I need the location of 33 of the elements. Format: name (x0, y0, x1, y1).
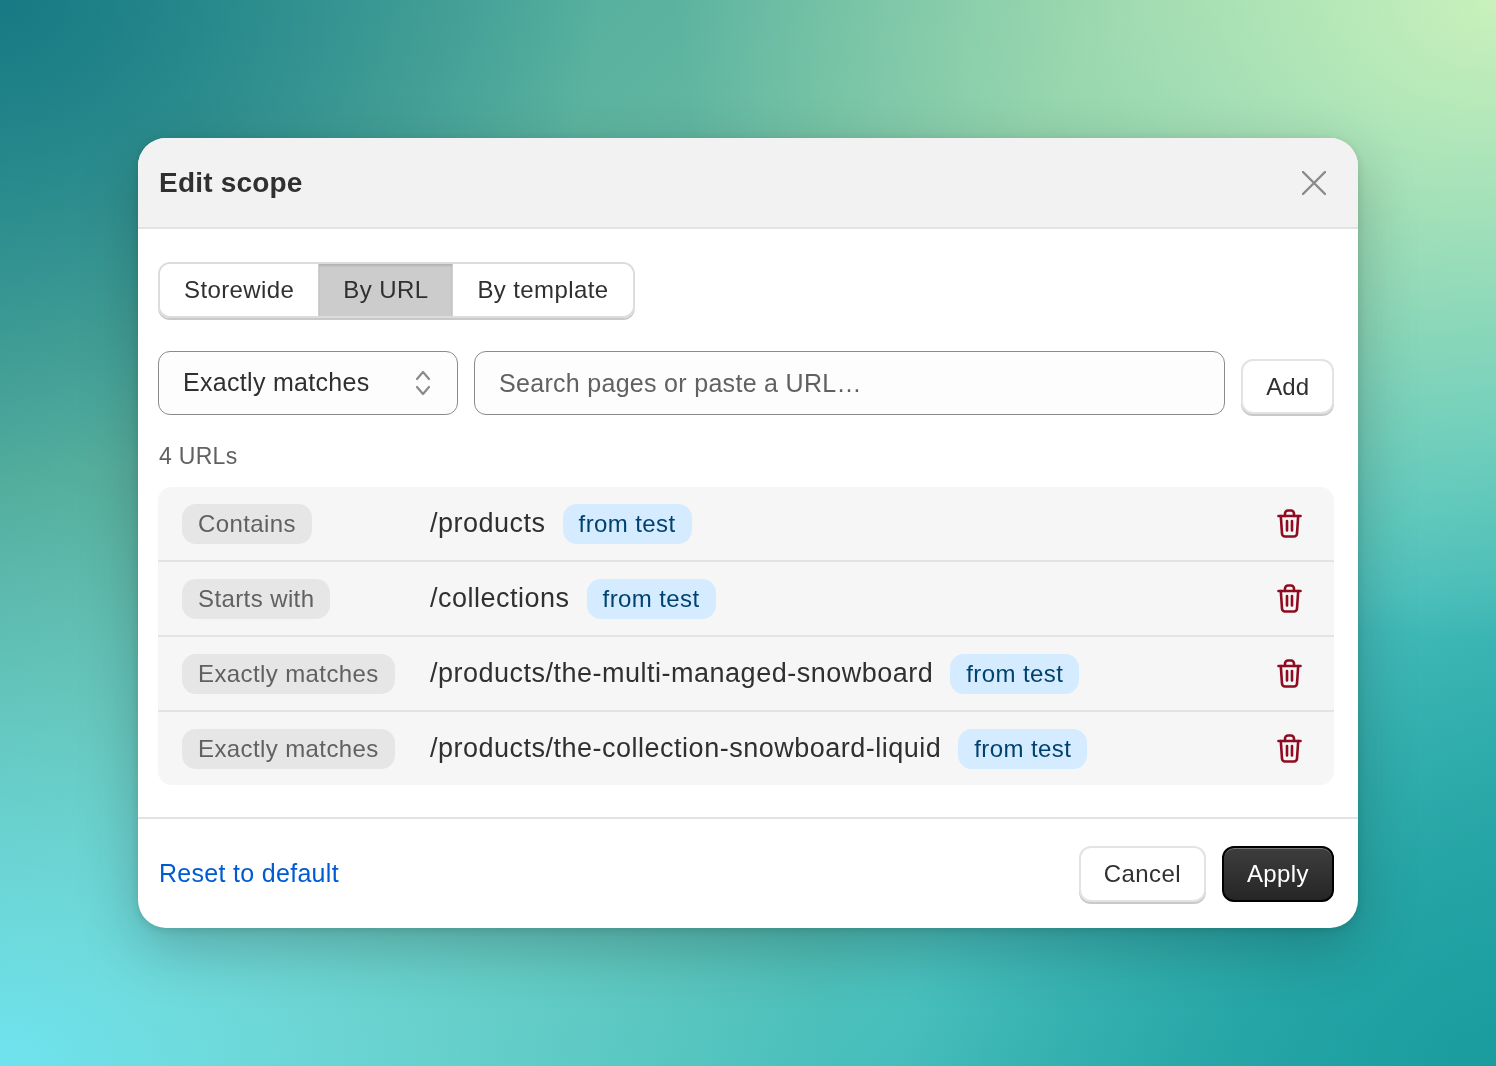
tab[interactable]: By URL (318, 264, 453, 316)
trash-icon (1277, 659, 1302, 688)
url-path: /collections (430, 582, 570, 616)
trash-icon (1277, 584, 1302, 613)
match-type-tag: Contains (182, 503, 312, 544)
delete-button[interactable] (1277, 509, 1302, 538)
chevron-up-down-icon (415, 370, 431, 396)
apply-button[interactable]: Apply (1221, 845, 1334, 902)
source-tag: from test (958, 728, 1088, 769)
search-field[interactable]: Search pages or paste a URL… (474, 351, 1226, 415)
match-select[interactable]: Exactly matches (158, 351, 458, 415)
source-tag: from test (562, 503, 692, 544)
reset-link[interactable]: Reset to default (159, 854, 339, 893)
url-count: 4 URLs (159, 442, 239, 470)
delete-button[interactable] (1277, 734, 1302, 763)
match-type-tag: Starts with (182, 578, 331, 619)
delete-button[interactable] (1277, 584, 1302, 613)
close-icon (1302, 170, 1326, 195)
source-tag: from test (586, 578, 716, 619)
source-tag: from test (950, 653, 1080, 694)
match-type-tag: Exactly matches (182, 653, 395, 694)
dialog-title: Edit scope (159, 165, 303, 200)
add-button[interactable]: Add (1241, 359, 1334, 414)
url-path: /products (430, 507, 546, 541)
trash-icon (1277, 509, 1302, 538)
url-path: /products/the-multi-managed-snowboard (430, 657, 934, 691)
tab[interactable]: By template (452, 264, 633, 316)
close-button[interactable] (1302, 170, 1326, 195)
trash-icon (1277, 734, 1302, 763)
url-path: /products/the-collection-snowboard-liquid (430, 732, 942, 766)
delete-button[interactable] (1277, 659, 1302, 688)
cancel-button[interactable]: Cancel (1078, 845, 1206, 902)
match-type-tag: Exactly matches (182, 728, 395, 769)
